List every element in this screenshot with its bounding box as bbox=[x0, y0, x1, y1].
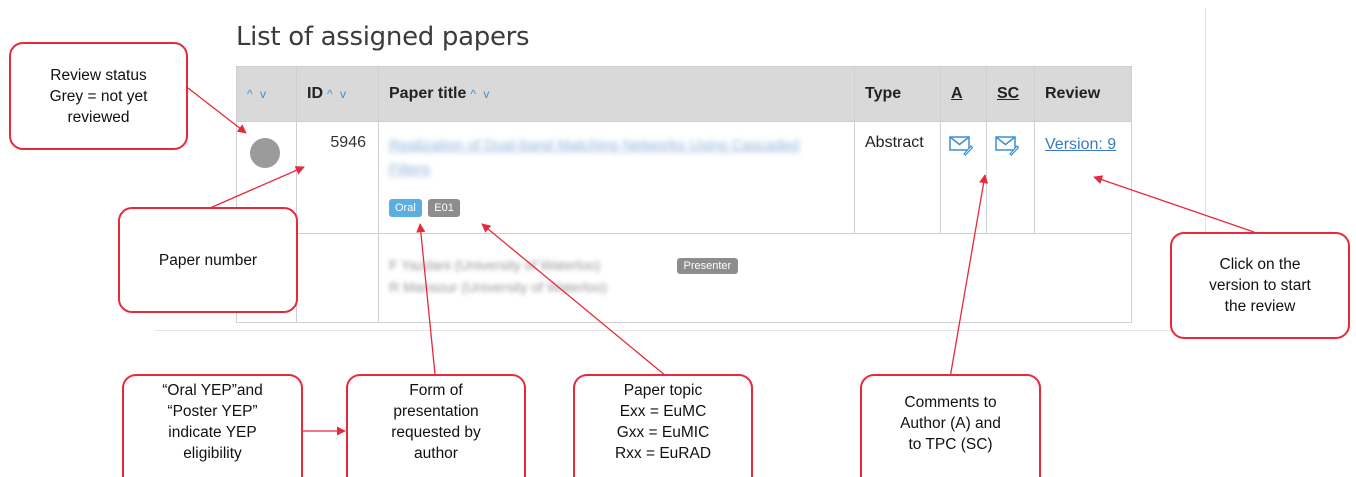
callout-comments: Comments to Author (A) and to TPC (SC) bbox=[860, 374, 1041, 477]
callout-review-status: Review status Grey = not yet reviewed bbox=[9, 42, 188, 150]
arrow-review-status bbox=[187, 87, 247, 134]
callout-yep: “Oral YEP”and “Poster YEP” indicate YEP … bbox=[122, 374, 303, 477]
callout-click-version: Click on the version to start the review bbox=[1170, 232, 1350, 339]
arrow-paper-number bbox=[209, 166, 305, 209]
arrow-topic bbox=[481, 223, 667, 377]
arrow-version bbox=[1093, 175, 1255, 233]
arrow-comments bbox=[949, 174, 989, 379]
arrow-form bbox=[416, 223, 436, 375]
callout-topic: Paper topic Exx = EuMC Gxx = EuMIC Rxx =… bbox=[573, 374, 753, 477]
callout-paper-number: Paper number bbox=[118, 207, 298, 313]
callout-form: Form of presentation requested by author bbox=[346, 374, 526, 477]
